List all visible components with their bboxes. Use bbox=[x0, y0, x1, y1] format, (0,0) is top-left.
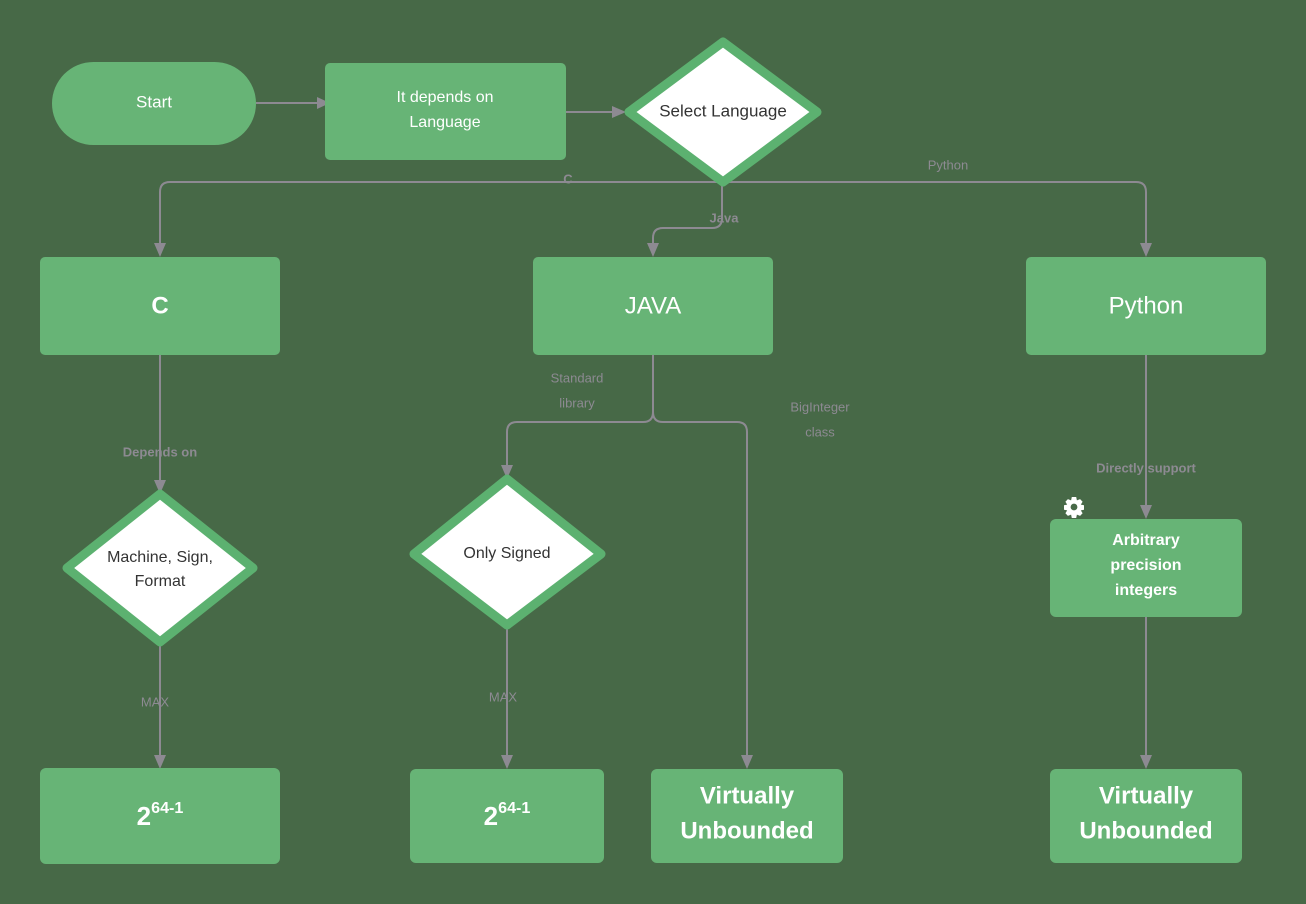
edge-c-to-machine: Depends on bbox=[123, 355, 197, 494]
node-label-machine-line2: Format bbox=[135, 573, 186, 590]
node-label-python: Python bbox=[1109, 292, 1184, 319]
c-max-exponent: 64-1 bbox=[151, 799, 183, 817]
flowchart-canvas: C Java Python Depends on Standard librar… bbox=[0, 0, 1306, 904]
edge-label-c: C bbox=[563, 171, 573, 186]
node-label-java-unbounded-line2: Unbounded bbox=[680, 817, 813, 844]
edge-label-directly-support: Directly support bbox=[1096, 460, 1196, 475]
edge-label-standard: Standard bbox=[551, 370, 604, 385]
flowchart-svg: C Java Python Depends on Standard librar… bbox=[40, 37, 1266, 864]
c-max-base: 2 bbox=[137, 801, 151, 831]
node-python-virtually-unbounded[interactable]: Virtually Unbounded bbox=[1050, 769, 1242, 863]
edge-label-class: class bbox=[805, 424, 835, 439]
arrowhead bbox=[1140, 243, 1152, 257]
node-it-depends-on-language[interactable]: It depends on Language bbox=[325, 63, 566, 160]
arrowhead bbox=[647, 243, 659, 257]
gear-icon bbox=[1064, 497, 1084, 518]
java-max-base: 2 bbox=[484, 801, 498, 831]
edge-label-library: library bbox=[559, 395, 595, 410]
edge-select-to-c: C bbox=[154, 171, 722, 257]
node-label-arbitrary-line1: Arbitrary bbox=[1112, 532, 1180, 549]
node-shape bbox=[325, 63, 566, 160]
node-label-python-unbounded-line1: Virtually bbox=[1099, 782, 1194, 809]
node-label-machine-line1: Machine, Sign, bbox=[107, 549, 213, 566]
edge-select-to-java: Java bbox=[647, 182, 739, 257]
edge-label-max-java: MAX bbox=[489, 689, 518, 704]
edge-label-python: Python bbox=[928, 157, 968, 172]
node-label-arbitrary-line3: integers bbox=[1115, 582, 1177, 599]
java-max-exponent: 64-1 bbox=[498, 799, 530, 817]
node-machine-sign-format[interactable]: Machine, Sign, Format bbox=[62, 489, 258, 647]
arrowhead bbox=[612, 106, 626, 118]
node-c[interactable]: C bbox=[40, 257, 280, 355]
node-label-depends-line1: It depends on bbox=[397, 89, 494, 106]
edge-arbitrary-to-unbounded bbox=[1140, 617, 1152, 769]
node-shape bbox=[62, 489, 258, 647]
node-python[interactable]: Python bbox=[1026, 257, 1266, 355]
edge-label-java: Java bbox=[710, 210, 740, 225]
edge-select-to-python: Python bbox=[722, 157, 1152, 257]
edge-label-depends-on: Depends on bbox=[123, 444, 197, 459]
node-java[interactable]: JAVA bbox=[533, 257, 773, 355]
edge-machine-to-max: MAX bbox=[141, 642, 170, 769]
edge-java-to-only-signed: Standard library bbox=[501, 355, 654, 479]
edge-label-max-c: MAX bbox=[141, 694, 170, 709]
node-label-arbitrary-line2: precision bbox=[1110, 557, 1181, 574]
node-select-language[interactable]: Select Language bbox=[624, 37, 822, 187]
arrowhead bbox=[1140, 755, 1152, 769]
edge-line bbox=[722, 181, 1147, 243]
edge-start-to-depends bbox=[256, 97, 330, 109]
node-c-max-value[interactable]: 264-1 bbox=[40, 768, 280, 864]
edge-label-biginteger: BigInteger bbox=[790, 399, 850, 414]
arrowhead bbox=[501, 755, 513, 769]
edge-line bbox=[652, 355, 748, 755]
edge-python-to-arbitrary: Directly support bbox=[1096, 355, 1197, 519]
edge-only-signed-to-max: MAX bbox=[489, 625, 518, 769]
edge-line bbox=[159, 181, 722, 243]
edge-depends-to-select bbox=[566, 106, 626, 118]
node-label-start: Start bbox=[136, 92, 172, 111]
node-java-virtually-unbounded[interactable]: Virtually Unbounded bbox=[651, 769, 843, 863]
node-label-java: JAVA bbox=[625, 292, 681, 319]
node-label-java-unbounded-line1: Virtually bbox=[700, 782, 795, 809]
node-label-depends-line2: Language bbox=[409, 114, 480, 131]
arrowhead bbox=[1140, 505, 1152, 519]
node-label-c: C bbox=[151, 292, 168, 319]
edge-java-to-unbounded: BigInteger class bbox=[652, 355, 850, 769]
node-label-select-language: Select Language bbox=[659, 101, 787, 120]
node-only-signed[interactable]: Only Signed bbox=[409, 474, 606, 630]
node-label-only-signed: Only Signed bbox=[463, 545, 550, 562]
node-start[interactable]: Start bbox=[52, 62, 256, 145]
arrowhead bbox=[154, 243, 166, 257]
arrowhead bbox=[154, 755, 166, 769]
arrowhead bbox=[741, 755, 753, 769]
node-label-python-unbounded-line2: Unbounded bbox=[1079, 817, 1212, 844]
node-java-max-value[interactable]: 264-1 bbox=[410, 769, 604, 863]
